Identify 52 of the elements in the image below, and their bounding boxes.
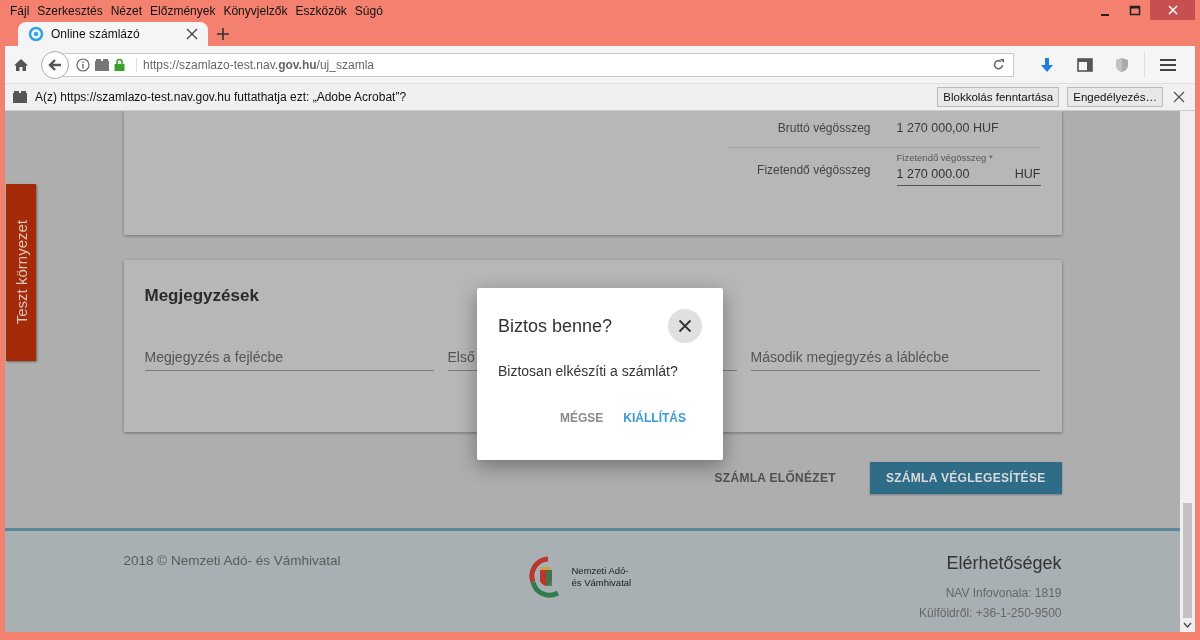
back-button[interactable] <box>41 50 69 79</box>
contact-line: Külföldről: +36-1-250-9500 <box>919 606 1062 620</box>
menu-item[interactable]: Szerkesztés <box>33 4 107 18</box>
back-arrow-icon <box>47 56 63 73</box>
dialog-message: Biztosan elkészíti a számlát? <box>498 363 679 379</box>
browser-tab[interactable]: Online számlázó <box>18 22 208 46</box>
logo-text: Nemzeti Adó- <box>571 565 630 577</box>
action-button[interactable]: SZÁMLA VÉGLEGESÍTÉSE <box>869 462 1062 494</box>
close-icon[interactable] <box>186 28 198 40</box>
test-environment-badge: Teszt környezet <box>6 184 36 361</box>
scrollbar-thumb[interactable] <box>1183 503 1192 618</box>
close-icon[interactable] <box>1173 91 1185 103</box>
copyright-text: 2018 © Nemzeti Adó- és Vámhivatal <box>123 553 342 568</box>
sidebar-icon[interactable] <box>1077 57 1093 72</box>
ring-icon <box>28 26 44 42</box>
total-label: Fizetendő végösszeg <box>756 163 871 179</box>
contact-title: Elérhetőségek <box>946 553 1062 574</box>
reload-icon[interactable] <box>992 58 1005 71</box>
plugin-button[interactable]: Blokkolás fenntartása <box>937 87 1060 107</box>
close-button[interactable] <box>668 309 702 343</box>
info-icon[interactable] <box>76 57 90 72</box>
close-icon <box>678 319 692 333</box>
menu-item[interactable]: Súgó <box>350 4 387 18</box>
input-field[interactable]: Megjegyzés a fejlécbe <box>144 349 434 371</box>
close-icon <box>1166 4 1179 16</box>
total-label: Bruttó végösszeg <box>776 121 871 137</box>
contact-line: NAV Infovonala: 1819 <box>945 586 1062 600</box>
dialog-title: Biztos benne? <box>498 315 613 337</box>
address-field[interactable]: https://szamlazo-test.nav.gov.hu/uj_szamla <box>63 52 1014 77</box>
action-button[interactable]: SZÁMLA ELŐNÉZET <box>700 462 850 494</box>
plugin-icon <box>13 91 27 103</box>
logo-text: és Vámhivatal <box>571 577 632 589</box>
menu-item[interactable]: Könyvjelzők <box>219 4 292 18</box>
lock-icon[interactable] <box>114 58 125 71</box>
plugin-message: A(z) https://szamlazo-test.nav.gov.hu futtathatja ezt: „Adobe Acrobat”? <box>35 90 407 104</box>
menu-item[interactable]: Eszközök <box>291 4 351 18</box>
plus-icon[interactable] <box>216 27 230 41</box>
menu-item[interactable]: Előzmények <box>146 4 220 18</box>
caret-icon[interactable] <box>1183 622 1192 628</box>
section-title: Megjegyzések <box>144 286 260 306</box>
menu-item[interactable]: Fájl <box>6 4 34 18</box>
menu-icon[interactable] <box>1160 57 1176 72</box>
maximize-icon[interactable] <box>1129 5 1141 17</box>
plugin-button[interactable]: Engedélyezés… <box>1067 87 1163 107</box>
download-icon[interactable] <box>1039 56 1055 73</box>
input-field[interactable]: Második megjegyzés a láblécbe <box>750 349 1040 371</box>
home-icon[interactable] <box>13 56 29 73</box>
scrollbar[interactable] <box>1180 111 1195 632</box>
payable-field[interactable]: Fizetendő végösszeg * 1 270 000.00 HUF <box>896 152 1041 186</box>
total-value: 1 270 000,00 HUF <box>896 121 1000 137</box>
plugin-icon[interactable] <box>95 58 109 71</box>
menu-item[interactable]: Nézet <box>106 4 147 18</box>
